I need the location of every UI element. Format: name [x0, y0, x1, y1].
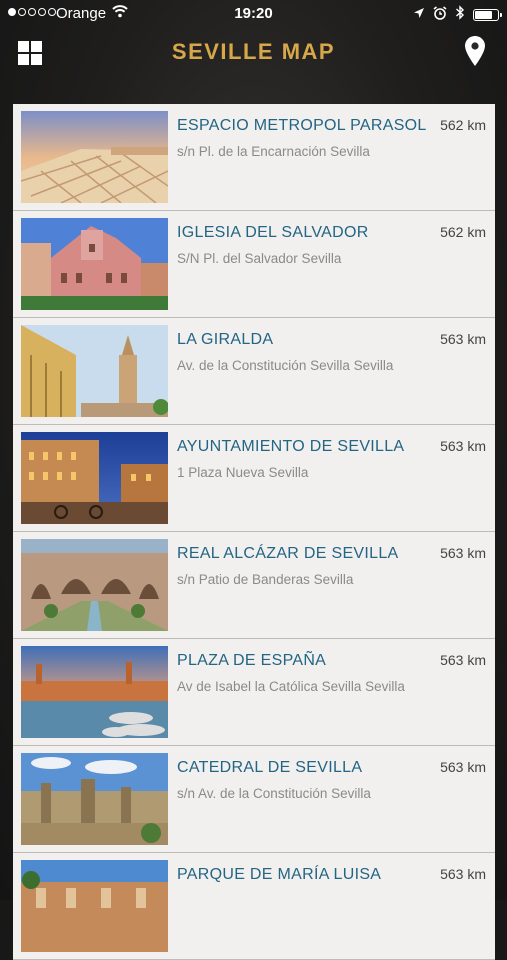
place-distance: 563 km [440, 652, 486, 668]
bluetooth-icon [455, 5, 465, 24]
status-bar: Orange 19:20 [0, 0, 507, 28]
list-item[interactable]: ESPACIO METROPOL PARASOL s/n Pl. de la E… [13, 104, 495, 211]
place-thumbnail [21, 860, 168, 952]
alarm-clock-icon [433, 5, 447, 24]
place-distance: 563 km [440, 545, 486, 561]
place-address: 1 Plaza Nueva Sevilla [177, 465, 309, 480]
place-thumbnail [21, 111, 168, 203]
place-distance: 563 km [440, 438, 486, 454]
place-address: S/N Pl. del Salvador Sevilla [177, 251, 342, 266]
list-item[interactable]: REAL ALCÁZAR DE SEVILLA s/n Patio de Ban… [13, 532, 495, 639]
place-thumbnail [21, 432, 168, 524]
place-distance: 563 km [440, 759, 486, 775]
place-name: ESPACIO METROPOL PARASOL [177, 117, 427, 134]
place-name: LA GIRALDA [177, 331, 274, 348]
place-thumbnail [21, 325, 168, 417]
place-address: Av. de la Constitución Sevilla Sevilla [177, 358, 394, 373]
place-thumbnail [21, 539, 168, 631]
place-address: s/n Patio de Banderas Sevilla [177, 572, 354, 587]
place-distance: 563 km [440, 331, 486, 347]
battery-icon [473, 8, 502, 21]
place-address: Av de Isabel la Católica Sevilla Sevilla [177, 679, 405, 694]
location-arrow-icon [413, 6, 425, 23]
place-distance: 562 km [440, 224, 486, 240]
places-list: ESPACIO METROPOL PARASOL s/n Pl. de la E… [13, 104, 495, 960]
list-item[interactable]: PLAZA DE ESPAÑA Av de Isabel la Católica… [13, 639, 495, 746]
place-name: AYUNTAMIENTO DE SEVILLA [177, 438, 405, 455]
place-name: PARQUE DE MARÍA LUISA [177, 866, 382, 883]
place-address: s/n Av. de la Constitución Sevilla [177, 786, 371, 801]
place-name: REAL ALCÁZAR DE SEVILLA [177, 545, 399, 562]
list-item[interactable]: CATEDRAL DE SEVILLA s/n Av. de la Consti… [13, 746, 495, 853]
list-item[interactable]: PARQUE DE MARÍA LUISA 563 km [13, 853, 495, 960]
location-pin-icon[interactable] [465, 36, 485, 71]
place-thumbnail [21, 646, 168, 738]
list-item[interactable]: AYUNTAMIENTO DE SEVILLA 1 Plaza Nueva Se… [13, 425, 495, 532]
place-distance: 562 km [440, 117, 486, 133]
place-distance: 563 km [440, 866, 486, 882]
place-address: s/n Pl. de la Encarnación Sevilla [177, 144, 370, 159]
place-name: PLAZA DE ESPAÑA [177, 652, 327, 669]
place-name: CATEDRAL DE SEVILLA [177, 759, 363, 776]
list-item[interactable]: LA GIRALDA Av. de la Constitución Sevill… [13, 318, 495, 425]
page-title: SEVILLE MAP [171, 39, 336, 64]
place-name: IGLESIA DEL SALVADOR [177, 224, 369, 241]
place-thumbnail [21, 753, 168, 845]
list-item[interactable]: IGLESIA DEL SALVADOR S/N Pl. del Salvado… [13, 211, 495, 318]
app-header: SEVILLE MAP [0, 28, 507, 78]
place-thumbnail [21, 218, 168, 310]
